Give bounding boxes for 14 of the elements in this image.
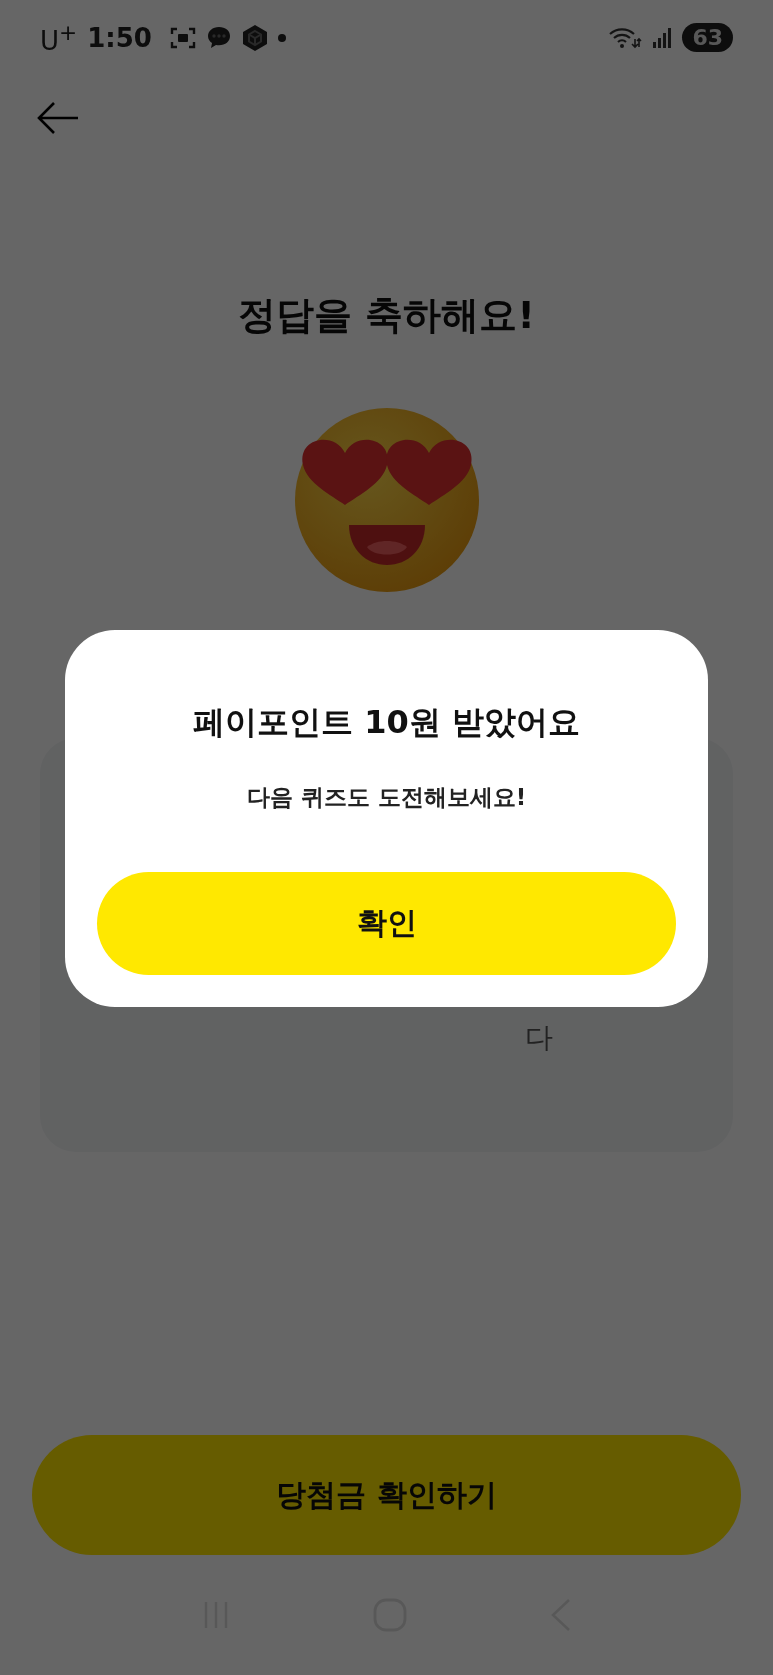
battery-indicator: 63 [682, 23, 733, 52]
dialog-message: 다음 퀴즈도 도전해보세요! [246, 783, 527, 812]
back-arrow-icon[interactable] [36, 100, 80, 135]
chat-icon [205, 24, 232, 51]
cube-icon [241, 23, 268, 52]
screenshot-icon [169, 25, 196, 50]
carrier-label: U$^{+}$ [40, 19, 78, 56]
notification-dot-icon [277, 33, 286, 42]
confirm-button[interactable]: 확인 [97, 872, 676, 975]
dialog-title: 페이포인트 10원 받았어요 [193, 702, 580, 743]
answer-suffix: 다 [524, 1020, 553, 1056]
signal-icon [652, 26, 673, 49]
status-time: 1:50 [87, 22, 152, 53]
page-title: 정답을 축하해요! [237, 292, 536, 339]
